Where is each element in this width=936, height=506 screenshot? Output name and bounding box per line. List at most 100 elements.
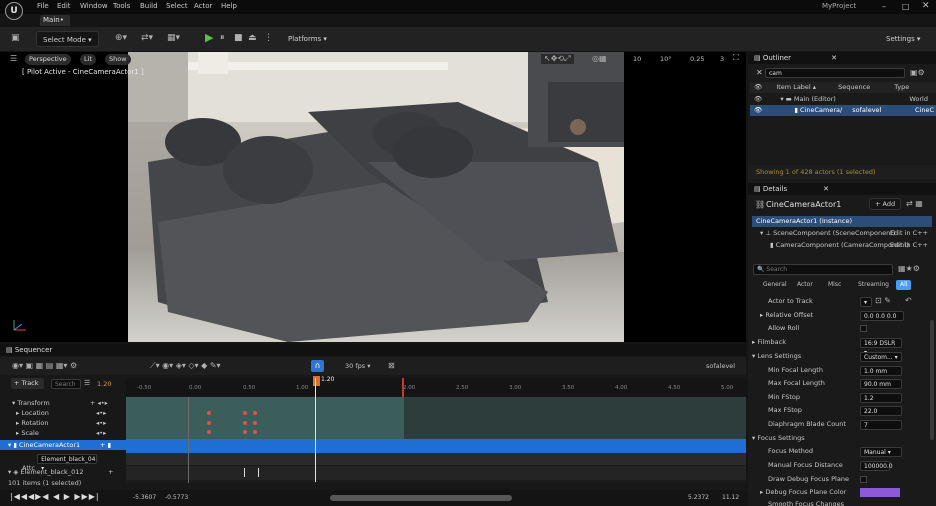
keyframe[interactable] (243, 430, 247, 434)
camera-speed-value[interactable]: 3 (720, 55, 724, 63)
tab-all[interactable]: All (896, 280, 912, 290)
min-fstop-field[interactable]: 1.2 (860, 393, 902, 403)
keyframe[interactable] (253, 421, 257, 425)
viewport-menu-icon[interactable]: ☰ (10, 54, 17, 63)
sequencer-search-input[interactable]: Search (51, 379, 81, 389)
menu-file[interactable]: File (37, 2, 49, 10)
select-mode-dropdown[interactable]: Select Mode ▾ (36, 31, 99, 47)
platforms-dropdown[interactable]: Platforms ▾ (282, 31, 333, 47)
clear-search-icon[interactable]: ✕ (756, 68, 763, 77)
snap-magnet-icon[interactable]: ∩ (311, 360, 324, 372)
filter-icon[interactable]: ☰ (84, 379, 90, 387)
add-component-button[interactable]: + Add (869, 198, 902, 210)
world-local-icon[interactable]: ◎▦ (592, 54, 607, 63)
tab-streaming[interactable]: Streaming (858, 280, 889, 290)
col-sequence[interactable]: Sequence (838, 83, 870, 91)
eject-icon[interactable]: ⏏ (248, 33, 257, 43)
stop-icon[interactable]: ■ (234, 33, 243, 43)
out-point[interactable]: 5.2372 (688, 494, 709, 501)
menu-tools[interactable]: Tools (113, 2, 130, 10)
debug-color-swatch[interactable] (860, 488, 900, 497)
col-type[interactable]: Type (894, 83, 909, 91)
scale-snap-value[interactable]: 0.25 (690, 55, 704, 63)
blueprint-add-icon[interactable]: ⇄ ▦ (906, 199, 923, 208)
edit-cpp-link-2[interactable]: Edit in C++ (890, 240, 928, 251)
tab-actor[interactable]: Actor (797, 280, 813, 290)
save-icon[interactable]: ▣ (11, 33, 20, 43)
filmback-dropdown[interactable]: 16:9 DSLR ▾ (860, 338, 902, 356)
menu-edit[interactable]: Edit (57, 2, 71, 10)
cinematics-icon[interactable]: ▦▾ (167, 33, 180, 43)
details-close-icon[interactable]: ✕ (823, 185, 829, 193)
element-track-bar[interactable] (126, 466, 746, 480)
maximize-icon[interactable]: □ (902, 2, 910, 11)
camera-track-bar[interactable] (126, 439, 746, 453)
add-track-button[interactable]: + Track (11, 378, 44, 389)
menu-actor[interactable]: Actor (194, 2, 212, 10)
playback-range-icon[interactable]: ⊠ (388, 361, 395, 370)
view-end[interactable]: 11.12 (722, 494, 739, 501)
keyframe[interactable] (207, 411, 211, 415)
focus-method-dropdown[interactable]: Manual ▾ (860, 447, 902, 457)
grid-snap-value[interactable]: 10 (633, 55, 641, 63)
in-point[interactable]: -0.5773 (165, 494, 188, 501)
fps-dropdown[interactable]: 30 fps ▾ (345, 362, 370, 370)
max-focal-field[interactable]: 90.0 mm (860, 379, 902, 389)
keyframe[interactable] (207, 430, 211, 434)
attach-track-bar[interactable] (126, 453, 746, 465)
details-view-options-icon[interactable]: ▦★⚙ (898, 264, 920, 273)
minimize-icon[interactable]: – (882, 2, 886, 11)
outliner-close-icon[interactable]: ✕ (831, 54, 837, 62)
track-location[interactable]: ▸ Location ◂•▸ (12, 408, 126, 418)
lens-settings-dropdown[interactable]: Custom... ▾ (860, 352, 902, 362)
menu-help[interactable]: Help (221, 2, 237, 10)
step-icon[interactable]: ⏸ (220, 33, 225, 43)
menu-build[interactable]: Build (140, 2, 158, 10)
keyframe[interactable] (207, 421, 211, 425)
close-icon[interactable]: ✕ (922, 1, 930, 11)
relative-offset-field[interactable]: 0.0 0.0 0.0 (860, 311, 904, 321)
keyframe-line[interactable] (244, 468, 245, 477)
details-search-input[interactable]: 🔍 Search (753, 264, 893, 275)
blueprint-icon[interactable]: ⇄▾ (141, 33, 153, 43)
draw-debug-checkbox[interactable] (860, 476, 867, 483)
details-scrollbar[interactable] (930, 320, 934, 440)
settings-dropdown[interactable]: Settings ▾ (880, 31, 926, 47)
col-item-label[interactable]: Item Label ▴ (776, 83, 816, 91)
keyframe[interactable] (253, 430, 257, 434)
add-content-icon[interactable]: ⊕▾ (115, 33, 127, 43)
time-ruler[interactable] (126, 378, 746, 396)
level-tab[interactable]: Main• (40, 15, 70, 26)
view-start[interactable]: -5.3607 (133, 494, 156, 501)
lit-button[interactable]: Lit (80, 54, 96, 65)
outliner-add-icon[interactable]: ▣⚙ (910, 68, 925, 77)
menu-window[interactable]: Window (80, 2, 108, 10)
key-tools-icons[interactable]: ⟋▾ ◉▾ ◈▾ ◇▾ ◆ ✎▾ (150, 361, 221, 371)
keyframe[interactable] (243, 421, 247, 425)
prop-label-filmback[interactable]: ▸ Filmback (752, 337, 786, 348)
manual-focus-field[interactable]: 100000.0 (860, 461, 893, 471)
blade-count-field[interactable]: 7 (860, 420, 902, 430)
component-scene[interactable]: ▾ ⊥ SceneComponent (SceneComponent) Edit… (752, 228, 932, 239)
track-rotation[interactable]: ▸ Rotation ◂•▸ (12, 418, 126, 428)
component-camera[interactable]: ▮ CameraComponent (CameraComponent) Edit… (752, 240, 932, 251)
tab-general[interactable]: General (763, 280, 787, 290)
transform-section[interactable] (126, 397, 404, 439)
outliner-search-input[interactable]: cam (765, 68, 905, 78)
keyframe[interactable] (243, 411, 247, 415)
track-transform[interactable]: ▾ Transform + ◂•▸ (12, 398, 126, 408)
sequencer-tools-icons[interactable]: ◉▾ ▣ ▦ ▤ ▦▾ ⚙ (12, 361, 77, 370)
prop-label-lens-settings[interactable]: ▾ Lens Settings (752, 351, 801, 362)
edit-cpp-link-1[interactable]: Edit in C++ (890, 228, 928, 239)
timeline-scrollbar[interactable] (330, 495, 512, 501)
allow-roll-checkbox[interactable] (860, 325, 867, 332)
launch-options-icon[interactable]: ⋮ (264, 33, 273, 43)
play-icon[interactable]: ▶ (205, 31, 213, 44)
component-instance[interactable]: CineCameraActor1 (Instance) (752, 216, 932, 227)
keyframe[interactable] (253, 411, 257, 415)
reset-icon[interactable]: ↶ (905, 296, 912, 305)
transport-controls-icons[interactable]: |◀◀◀▶◀ ◀ ▶ ▶▶▶| (10, 492, 100, 501)
min-focal-field[interactable]: 1.0 mm (860, 366, 902, 376)
outliner-row-world[interactable]: 👁 ▾ ▬ Main (Editor) World (750, 94, 936, 105)
max-fstop-field[interactable]: 22.0 (860, 406, 902, 416)
